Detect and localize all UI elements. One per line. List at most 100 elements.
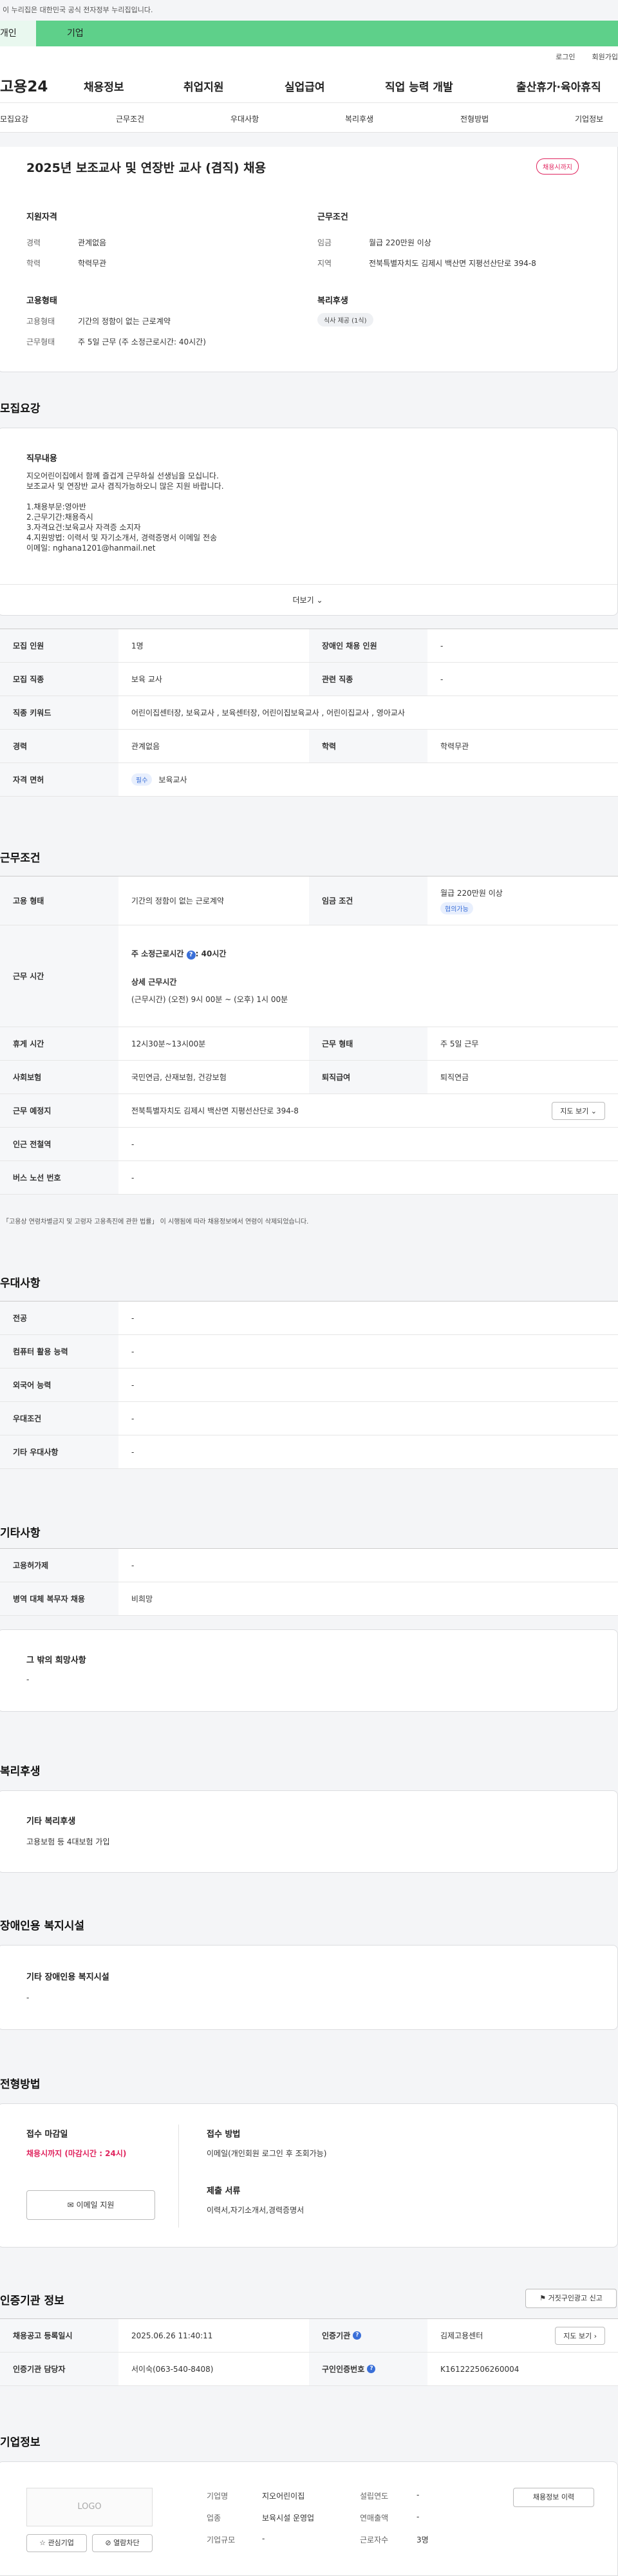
td: 1명 (131, 641, 144, 650)
th: 기타 우대사항 (0, 1435, 118, 1468)
company-card: LOGO ☆ 관심기업 ⊘ 열람차단 기업명 지오어린이집 설립연도 - 업종 … (0, 2461, 618, 2576)
company-heading: 기업정보 (0, 2436, 41, 2449)
table-row: 외국어 능력 - (0, 1368, 618, 1402)
th: 병역 대체 복무자 채용 (0, 1582, 118, 1615)
welfare-value: 고용보험 등 4대보험 가입 (26, 1837, 110, 1846)
docs-value: 이력서,자기소개서,경력증명서 (207, 2206, 304, 2215)
th: 모집 직종 (0, 663, 118, 696)
wish-value: - (26, 1675, 30, 1684)
emp-type-label: 고용형태 (26, 317, 55, 326)
td: - (131, 1347, 135, 1356)
td: 퇴직연금 (440, 1073, 469, 1082)
th: 퇴직급여 (309, 1061, 427, 1094)
gnb-parental-leave[interactable]: 출산휴가·육아휴직 (516, 78, 601, 94)
org-value: 김제고용센터 (440, 2331, 483, 2340)
total-hours-label: 주 소정근로시간 (131, 949, 184, 958)
help-icon[interactable]: ? (353, 2331, 362, 2340)
td: - (131, 1447, 135, 1457)
deadline-value: 채용시까지 (마감시간 : 24시) (26, 2149, 127, 2158)
td: 학력무관 (440, 742, 469, 751)
favorite-button[interactable]: ☆ 관심기업 (26, 2534, 87, 2552)
table-row: 고용허가제 - (0, 1549, 618, 1582)
industry-value: 보육시설 운영업 (262, 2514, 315, 2523)
login-link[interactable]: 로그인 (556, 52, 575, 62)
anchor-pref[interactable]: 우대사항 (230, 113, 259, 124)
work-form-label: 근무형태 (26, 337, 55, 346)
agency-map-button[interactable]: 지도 보기 › (555, 2326, 605, 2345)
th: 장애인 채용 인원 (309, 629, 427, 662)
td: 주 소정근로시간 ?: 40시간 상세 근무시간 (근무시간) (오전) 9시 … (118, 925, 618, 1027)
duty-title: 직무내용 (26, 454, 57, 464)
name-label: 기업명 (207, 2492, 229, 2501)
td: - (440, 674, 444, 684)
table-row: 인증기관 담당자 서이숙(063-540-8408) 구인인증번호 ? K161222… (0, 2353, 618, 2386)
table-row: 근무 시간 주 소정근로시간 ?: 40시간 상세 근무시간 (근무시간) (오… (0, 925, 618, 1027)
global-nav: 고용24 채용정보 취업지원 실업급여 직업 능력 개발 출산휴가·육아휴직 (0, 67, 618, 103)
gnb-vocational-training[interactable]: 직업 능력 개발 (385, 78, 453, 94)
pref-heading: 우대사항 (0, 1277, 41, 1290)
recruit-heading: 모집요강 (0, 402, 41, 415)
duty-line: 이메일: nghana1201@hanmail.net (26, 544, 156, 553)
anchor-recruit[interactable]: 모집요강 (0, 113, 28, 124)
section-anchor-nav: 모집요강 근무조건 우대사항 복리후생 전형방법 기업정보 (0, 103, 618, 133)
emp-type-value: 기간의 정함이 없는 근로계약 (78, 317, 171, 326)
signup-link[interactable]: 회원가입 (592, 52, 618, 62)
gnb-employment-support[interactable]: 취업지원 (183, 78, 224, 94)
gnb-jobs[interactable]: 채용정보 (84, 78, 124, 94)
more-button[interactable]: 더보기 ⌄ (0, 584, 617, 615)
th: 컴퓨터 활용 능력 (0, 1335, 118, 1368)
disabled-card: 기타 장애인용 복지시설 - (0, 1945, 618, 2030)
etc-table: 고용허가제 - 병역 대체 복무자 채용 비희망 (0, 1548, 618, 1616)
anchor-process[interactable]: 전형방법 (460, 113, 489, 124)
td: 관계없음 (131, 742, 160, 751)
qual-title: 지원자격 (26, 213, 57, 222)
help-icon[interactable]: ? (186, 950, 196, 960)
table-row: 전공 - (0, 1302, 618, 1335)
work-heading: 근무조건 (0, 852, 41, 865)
year-value: - (417, 2490, 420, 2499)
member-tabs: 개인 기업 (0, 21, 618, 46)
td: - (131, 1414, 135, 1423)
td: - (440, 641, 444, 650)
employees-value: 3명 (417, 2535, 429, 2544)
welfare-sub: 기타 복리후생 (26, 1817, 76, 1826)
table-row: 경력 관계없음 학력 학력무관 (0, 730, 618, 763)
table-row: 근무 예정지 전북특별자치도 김제시 백산면 지평선산단로 394-8 지도 보기 … (0, 1094, 618, 1128)
duty-line: 보조교사 및 연장반 교사 겸직가능하오니 많은 지원 바랍니다. (26, 482, 224, 491)
favorite-label: 관심기업 (48, 2539, 74, 2547)
report-label: 거짓구인광고 신고 (548, 2294, 603, 2302)
site-logo[interactable]: 고용24 (0, 74, 84, 96)
duty-line: 지오어린이집에서 함께 즐겁게 근무하실 선생님을 모십니다. (26, 471, 219, 480)
td: - (131, 1173, 135, 1182)
th: 구인인증번호 ? (309, 2353, 427, 2385)
th: 버스 노선 번호 (0, 1161, 118, 1194)
utility-bar: 로그인 회원가입 (0, 46, 618, 67)
total-hours-value: : 40시간 (195, 949, 227, 958)
td: 필수 보육교사 (118, 763, 618, 796)
email-apply-button[interactable]: ✉ 이메일 지원 (26, 2190, 155, 2220)
wage-value: 월급 220만원 이상 (440, 888, 503, 898)
wage-value: 월급 220만원 이상 (369, 238, 431, 247)
gnb-unemployment-benefit[interactable]: 실업급여 (285, 78, 325, 94)
cert-no-label: 구인인증번호 (322, 2365, 365, 2374)
hire-history-button[interactable]: 채용정보 이력 (513, 2488, 594, 2507)
th: 근무 형태 (309, 1027, 427, 1060)
td: 2025.06.26 11:40:11 (131, 2331, 213, 2340)
job-title: 2025년 보조교사 및 연장반 교사 (겸직) 채용 (26, 161, 267, 175)
map-button[interactable]: 지도 보기 ⌄ (552, 1101, 605, 1120)
anchor-company[interactable]: 기업정보 (575, 113, 603, 124)
total-hours: 주 소정근로시간 ?: 40시간 (131, 948, 226, 960)
anchor-work[interactable]: 근무조건 (116, 113, 144, 124)
duty-line: 1.채용부문:영아반 (26, 502, 86, 511)
anchor-welfare[interactable]: 복리후생 (345, 113, 373, 124)
report-button[interactable]: ⚑ 거짓구인광고 신고 (525, 2289, 617, 2308)
career-value: 관계없음 (78, 238, 107, 247)
block-button[interactable]: ⊘ 열람차단 (92, 2534, 153, 2552)
help-icon[interactable]: ? (367, 2365, 376, 2373)
tab-company[interactable]: 기업 (36, 21, 618, 46)
flag-icon: ⚑ (539, 2294, 546, 2302)
year-label: 설립연도 (360, 2492, 389, 2501)
duty-line: 2.근무기간:채용즉시 (26, 513, 93, 522)
tab-personal[interactable]: 개인 (0, 21, 36, 46)
disabled-value: - (26, 1993, 30, 2002)
